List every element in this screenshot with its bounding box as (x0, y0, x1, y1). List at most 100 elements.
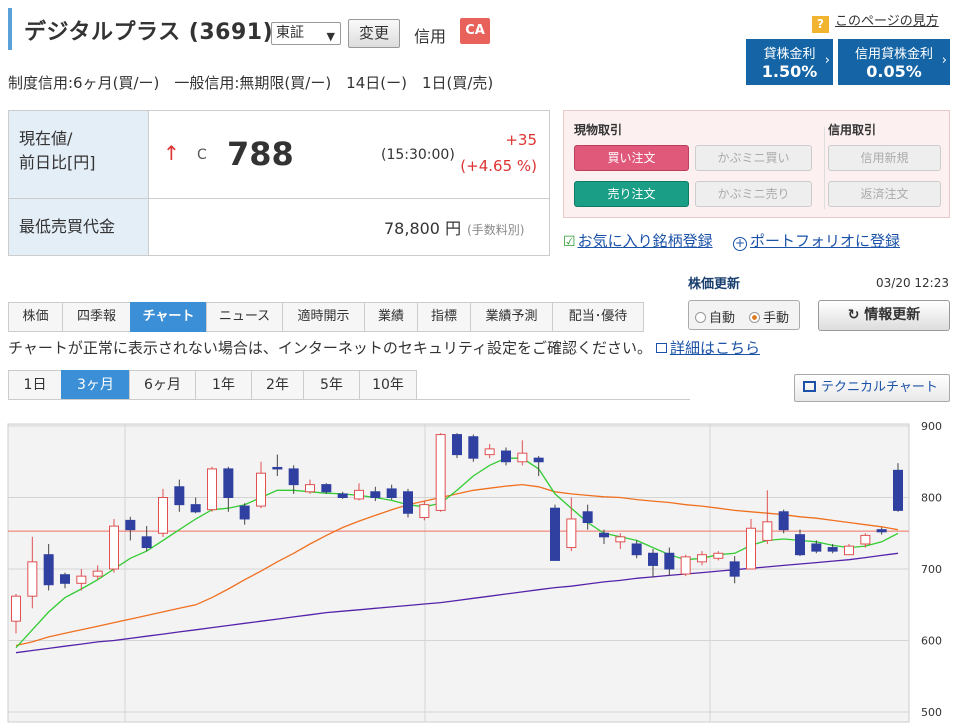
range-6m[interactable]: 6ヶ月 (129, 370, 195, 400)
window-icon (803, 381, 816, 392)
candle-body (533, 457, 544, 463)
technical-chart-label: テクニカルチャート (821, 380, 938, 395)
sell-order-button[interactable]: 売り注文 (574, 181, 689, 207)
range-10y[interactable]: 10年 (359, 370, 417, 400)
candle-body (305, 484, 315, 493)
candle-body (729, 561, 740, 577)
up-arrow-icon: ↑ (163, 141, 180, 165)
kabumini-sell-button[interactable]: かぶミニ売り (695, 181, 812, 207)
y-tick-label: 700 (921, 563, 942, 576)
candle-body (599, 532, 609, 538)
technical-chart-button[interactable]: テクニカルチャート (794, 374, 950, 402)
range-1y[interactable]: 1年 (195, 370, 251, 400)
credit-new-button[interactable]: 信用新規 (828, 145, 941, 171)
range-3m[interactable]: 3ヶ月 (61, 370, 129, 400)
portfolio-register-text: ポートフォリオに登録 (750, 232, 901, 250)
credit-label: 信用 (414, 27, 447, 46)
tab-performance[interactable]: 業績 (364, 302, 417, 332)
candle-body (174, 486, 185, 506)
candle-body (370, 491, 381, 498)
page-help-link[interactable]: ? このページの見方 (812, 10, 939, 33)
exchange-select[interactable]: 東証 ▼ (271, 22, 341, 45)
exchange-select-value: 東証 (276, 25, 304, 41)
candle-body (207, 468, 217, 511)
price-label-line1: 現在値/ (19, 129, 73, 148)
candle-body (893, 469, 903, 511)
info-tabs: 株価 四季報 チャート ニュース 適時開示 業績 指標 業績予測 配当･優待 (8, 302, 644, 332)
candle (207, 466, 217, 512)
range-5y[interactable]: 5年 (303, 370, 359, 400)
candle-body (517, 452, 528, 463)
radio-auto[interactable]: 自動 (695, 307, 735, 326)
tab-indicators[interactable]: 指標 (417, 302, 470, 332)
candle-body (125, 519, 136, 531)
candle-body (778, 511, 789, 531)
candle (680, 554, 691, 577)
credit-close-button[interactable]: 返済注文 (828, 181, 941, 207)
candle-body (484, 448, 495, 456)
tab-news[interactable]: ニュース (206, 302, 282, 332)
min-trade-value-wrap: 78,800 円 (手数料別) (384, 215, 524, 239)
candle-body (419, 504, 430, 519)
credit-lending-rate-value: 0.05% (866, 62, 922, 81)
candle-body (141, 536, 152, 549)
tab-chart[interactable]: チャート (130, 302, 206, 332)
lending-rate-box[interactable]: 貸株金利 1.50% › (746, 39, 833, 85)
tab-dividend[interactable]: 配当･優待 (552, 302, 644, 332)
candle-body (582, 511, 593, 524)
min-trade-label: 最低売買代金 (9, 199, 149, 255)
page-help-text: このページの見方 (835, 14, 939, 29)
buy-order-button[interactable]: 買い注文 (574, 145, 689, 171)
candle-body (76, 575, 87, 584)
chart-range-tabs: 1日 3ヶ月 6ヶ月 1年 2年 5年 10年 (8, 370, 417, 400)
candle-body (43, 554, 54, 586)
candle-body (566, 518, 577, 549)
portfolio-register-link[interactable]: + ポートフォリオに登録 (733, 230, 900, 251)
candle-body (60, 574, 70, 584)
candle-body (109, 525, 119, 570)
details-link[interactable]: 詳細はこちら (670, 339, 760, 357)
candle-body (844, 545, 854, 556)
fee-note: (手数料別) (467, 223, 525, 237)
favorite-register-link[interactable]: ☑ お気に入り銘柄登録 (563, 230, 713, 251)
credit-trade-header: 信用取引 (828, 123, 877, 137)
candle-body (239, 505, 250, 520)
candle-body (680, 556, 691, 575)
candle-body (92, 570, 103, 577)
change-exchange-button[interactable]: 変更 (348, 19, 400, 48)
candle-body (827, 547, 838, 552)
range-1d[interactable]: 1日 (8, 370, 61, 400)
price-label: 現在値/ 前日比[円] (9, 111, 149, 198)
update-timestamp: 03/20 12:23 (876, 276, 949, 290)
ca-badge[interactable]: CA (460, 18, 490, 44)
close-mark: C (197, 147, 207, 163)
chart-plot-area (7, 423, 910, 723)
kabumini-buy-button[interactable]: かぶミニ買い (695, 145, 812, 171)
range-2y[interactable]: 2年 (251, 370, 303, 400)
refresh-button[interactable]: ↻ 情報更新 (818, 300, 950, 331)
range-underline (8, 399, 690, 400)
min-trade-value: 78,800 円 (384, 219, 462, 238)
tab-forecast[interactable]: 業績予測 (470, 302, 552, 332)
candle-body (501, 450, 511, 463)
favorite-register-text: お気に入り銘柄登録 (577, 232, 713, 250)
radio-manual[interactable]: 手動 (749, 307, 789, 326)
tab-shikiho[interactable]: 四季報 (62, 302, 130, 332)
tab-disclosure[interactable]: 適時開示 (282, 302, 364, 332)
trade-panel: 現物取引 信用取引 買い注文 かぶミニ買い 売り注文 かぶミニ売り 信用新規 返… (563, 110, 950, 218)
candle-body (697, 554, 707, 563)
credit-lending-rate-box[interactable]: 信用貸株金利 0.05% › (838, 39, 950, 85)
candle-body (403, 491, 413, 514)
candle-body (615, 536, 626, 543)
y-tick-label: 800 (921, 492, 942, 505)
candle-body (321, 484, 332, 493)
candle (893, 463, 903, 512)
candle-body (648, 552, 658, 566)
candle-body (452, 434, 462, 456)
candle-body (811, 543, 822, 552)
plus-icon: + (733, 236, 747, 251)
candle-body (190, 504, 201, 513)
price-time: (15:30:00) (381, 147, 455, 163)
current-price: 788 (227, 135, 294, 173)
tab-price[interactable]: 株価 (8, 302, 62, 332)
